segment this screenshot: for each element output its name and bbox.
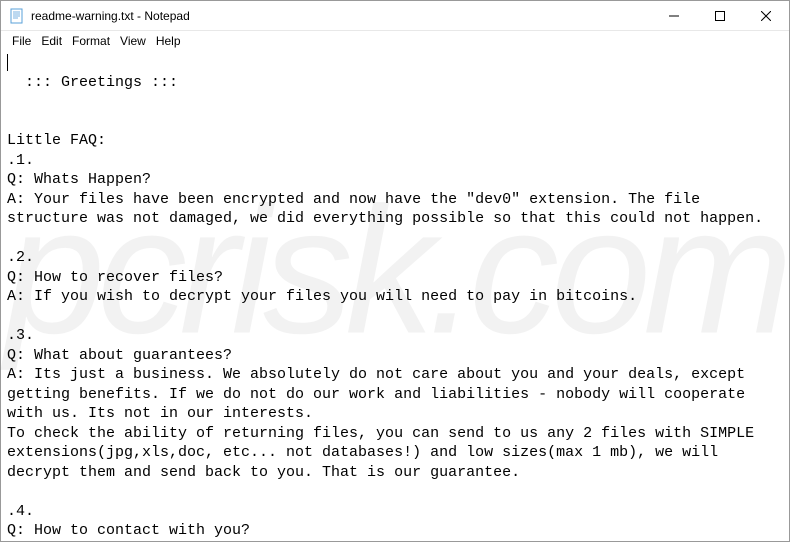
menu-format[interactable]: Format <box>67 34 115 48</box>
menu-file[interactable]: File <box>7 34 36 48</box>
window-controls <box>651 1 789 30</box>
document-text: ::: Greetings ::: Little FAQ: .1. Q: Wha… <box>7 74 763 542</box>
text-cursor <box>7 54 8 71</box>
window-title: readme-warning.txt - Notepad <box>31 9 651 23</box>
menu-edit[interactable]: Edit <box>36 34 67 48</box>
menu-bar: File Edit Format View Help <box>1 31 789 51</box>
window-titlebar: readme-warning.txt - Notepad <box>1 1 789 31</box>
notepad-icon <box>9 8 25 24</box>
maximize-button[interactable] <box>697 1 743 31</box>
menu-help[interactable]: Help <box>151 34 186 48</box>
menu-view[interactable]: View <box>115 34 151 48</box>
close-button[interactable] <box>743 1 789 31</box>
minimize-button[interactable] <box>651 1 697 31</box>
text-area[interactable]: ::: Greetings ::: Little FAQ: .1. Q: Wha… <box>1 51 789 541</box>
